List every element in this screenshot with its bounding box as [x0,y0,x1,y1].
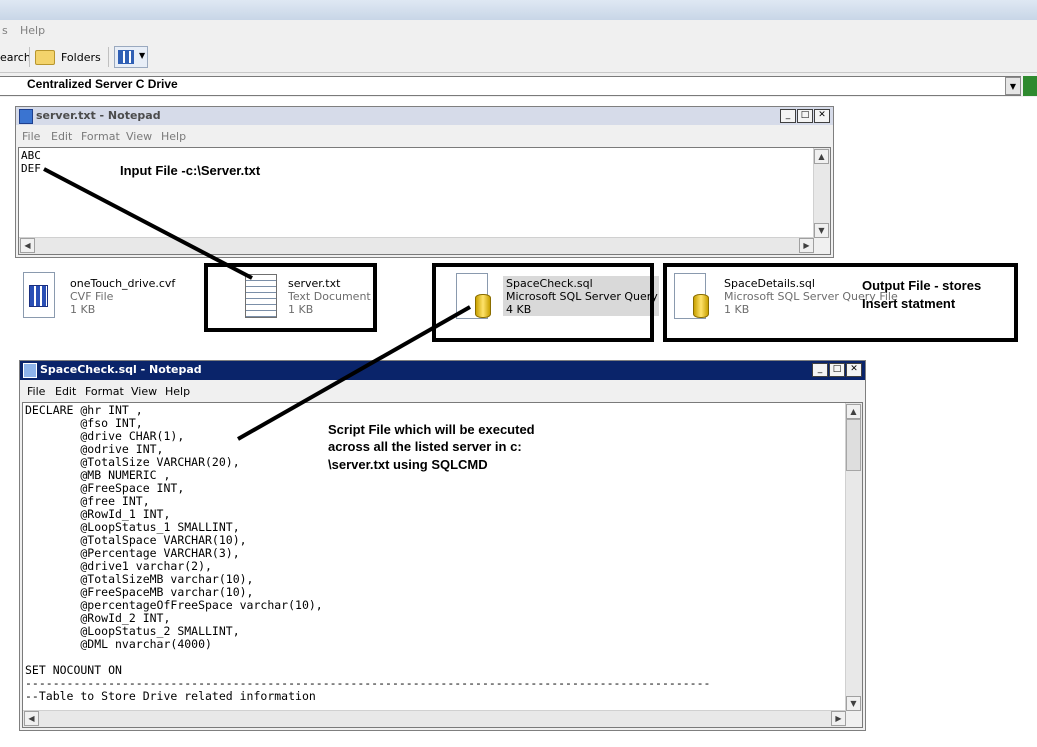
arrow-script-to-spacecheck [237,305,471,441]
annotation-arrows [43,167,471,441]
arrow-def-to-server [43,167,253,280]
